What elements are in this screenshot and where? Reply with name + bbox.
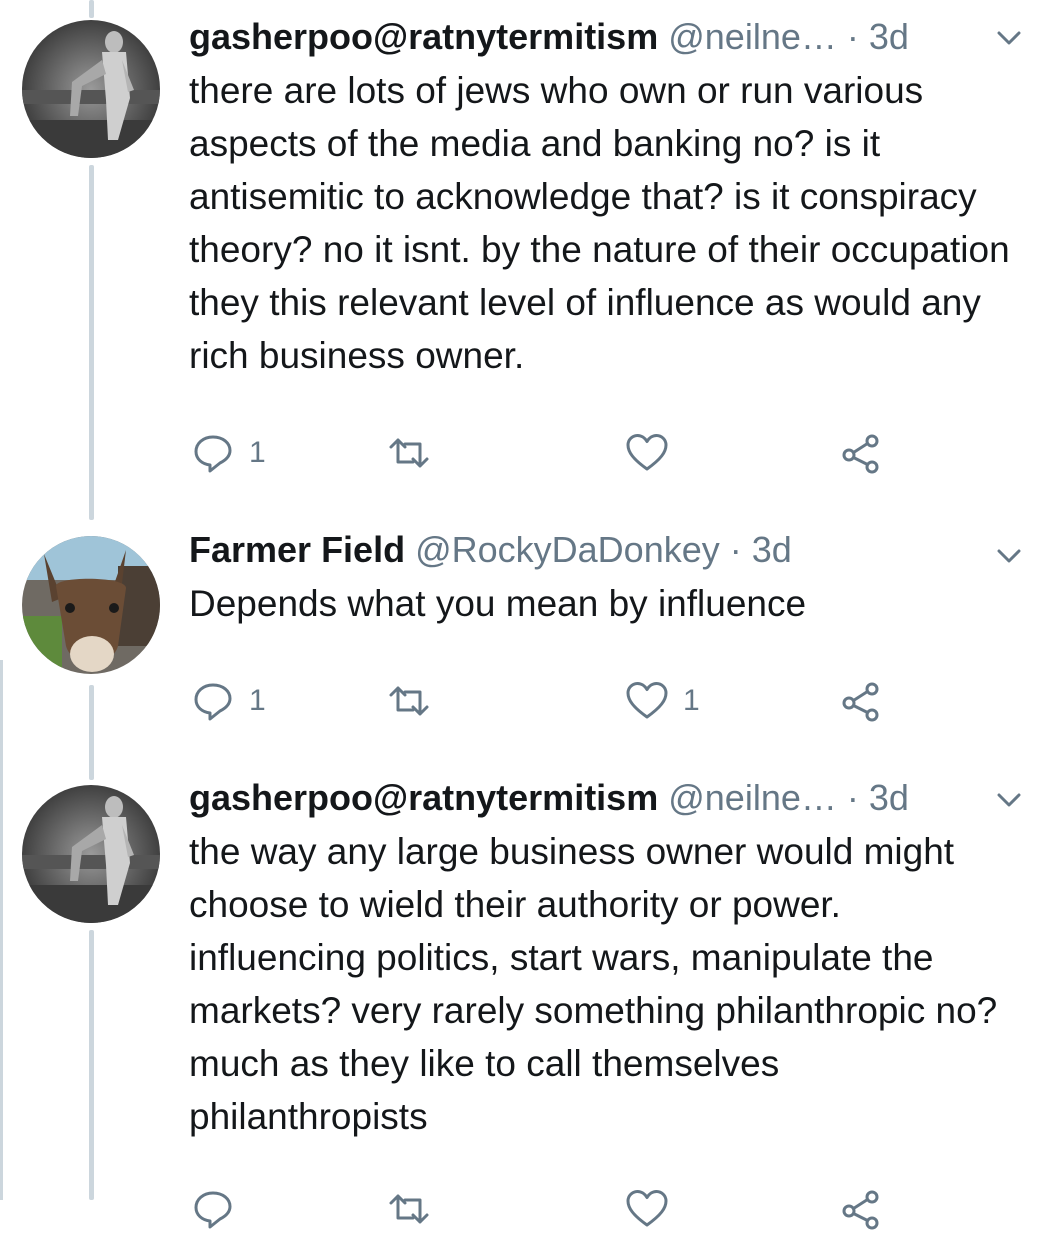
reply-button[interactable]: 1: [191, 428, 266, 478]
reply-button[interactable]: [191, 1184, 249, 1234]
handle[interactable]: @neilne…: [668, 16, 837, 57]
timestamp[interactable]: 3d: [869, 777, 909, 818]
tweet-header: Farmer Field @RockyDaDonkey · 3d: [189, 525, 1017, 575]
display-name[interactable]: gasherpoo@ratnytermitism: [189, 777, 658, 818]
donkey-avatar-icon: [22, 536, 160, 674]
reply-count: 1: [249, 436, 266, 469]
separator-dot: ·: [846, 16, 859, 57]
separator-dot: ·: [846, 777, 859, 818]
reply-button[interactable]: 1: [191, 676, 266, 726]
timestamp[interactable]: 3d: [869, 16, 909, 57]
like-count: 1: [683, 684, 700, 717]
chevron-down-icon[interactable]: [991, 20, 1027, 56]
share-icon: [842, 682, 879, 722]
share-button[interactable]: [839, 1184, 883, 1234]
avatar[interactable]: [22, 536, 160, 674]
thread-line-2: [89, 685, 94, 780]
tweet-text: there are lots of jews who own or run va…: [189, 70, 1010, 376]
tweet-text: Depends what you mean by influence: [189, 583, 807, 624]
share-button[interactable]: [839, 676, 883, 726]
statue-avatar-icon: [22, 785, 160, 923]
like-button[interactable]: [625, 1184, 683, 1234]
scroll-edge-line: [0, 660, 3, 1200]
like-button[interactable]: 1: [625, 676, 700, 726]
avatar[interactable]: [22, 785, 160, 923]
action-bar: 1: [189, 428, 909, 478]
timestamp[interactable]: 3d: [752, 529, 792, 570]
reply-icon: [194, 1191, 232, 1229]
retweet-icon: [389, 1194, 429, 1224]
like-icon: [626, 682, 668, 719]
retweet-icon: [389, 438, 429, 468]
tweet-header: gasherpoo@ratnytermitism @neilne… · 3d: [189, 773, 1017, 823]
handle[interactable]: @neilne…: [668, 777, 837, 818]
chevron-down-icon[interactable]: [991, 538, 1027, 574]
thread-line-top: [89, 0, 94, 18]
retweet-icon: [389, 686, 429, 716]
display-name[interactable]: gasherpoo@ratnytermitism: [189, 16, 658, 57]
like-icon: [626, 1190, 668, 1227]
retweet-button[interactable]: [387, 676, 445, 726]
action-bar: 1 1: [189, 676, 909, 726]
reply-icon: [194, 683, 232, 721]
avatar[interactable]: [22, 20, 160, 158]
share-icon: [842, 1190, 879, 1230]
like-button[interactable]: [625, 428, 683, 478]
share-icon: [842, 434, 879, 474]
statue-avatar-icon: [22, 20, 160, 158]
retweet-button[interactable]: [387, 428, 445, 478]
reply-icon: [194, 435, 232, 473]
retweet-button[interactable]: [387, 1184, 445, 1234]
thread-line-1: [89, 165, 94, 520]
reply-count: 1: [249, 684, 266, 717]
handle[interactable]: @RockyDaDonkey: [415, 529, 720, 570]
thread-line-3: [89, 930, 94, 1200]
share-button[interactable]: [839, 428, 883, 478]
tweet-header: gasherpoo@ratnytermitism @neilne… · 3d: [189, 12, 1017, 62]
action-bar: [189, 1184, 909, 1234]
like-icon: [626, 434, 668, 471]
tweet-text: the way any large business owner would m…: [189, 831, 998, 1137]
chevron-down-icon[interactable]: [991, 782, 1027, 818]
display-name[interactable]: Farmer Field: [189, 529, 405, 570]
separator-dot: ·: [729, 529, 742, 570]
